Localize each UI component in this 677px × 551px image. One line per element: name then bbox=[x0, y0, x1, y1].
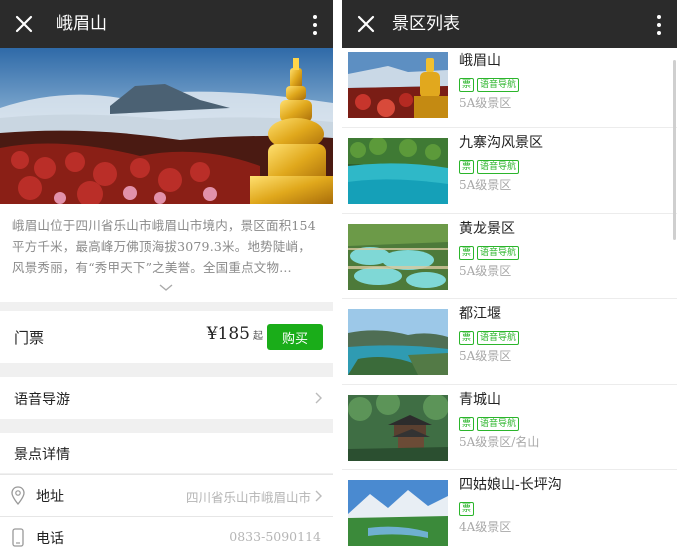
item-tags: 票语音导航 bbox=[459, 72, 522, 92]
item-level: 5A级景区 bbox=[459, 178, 512, 192]
audio-nav-tag: 语音导航 bbox=[477, 78, 520, 92]
price-value: ¥185 bbox=[206, 324, 250, 344]
scrollbar[interactable] bbox=[673, 60, 676, 240]
item-tags: 票 bbox=[459, 496, 477, 516]
thumbnail-image bbox=[348, 309, 448, 375]
ticket-price: ¥185 起 bbox=[207, 324, 263, 344]
list-item[interactable]: 九寨沟风景区 票语音导航 5A级景区 bbox=[342, 128, 677, 214]
ticket-row: 门票 ¥185 起 购买 bbox=[0, 311, 333, 363]
audio-nav-tag: 语音导航 bbox=[477, 331, 520, 345]
chevron-right-icon bbox=[315, 490, 322, 502]
thumbnail-image bbox=[348, 394, 448, 461]
ticket-tag: 票 bbox=[459, 416, 475, 431]
details-heading: 景点详情 bbox=[14, 447, 70, 463]
buy-button[interactable]: 购买 bbox=[267, 324, 323, 350]
item-name: 峨眉山 bbox=[459, 53, 501, 69]
item-name: 黄龙景区 bbox=[459, 220, 515, 237]
page-title: 峨眉山 bbox=[56, 14, 107, 34]
thumbnail-image bbox=[348, 52, 448, 118]
list-item[interactable]: 黄龙景区 票语音导航 5A级景区 bbox=[342, 213, 677, 299]
item-level: 5A级景区 bbox=[459, 263, 512, 278]
item-level: 5A级景区/名山 bbox=[459, 434, 540, 449]
audio-nav-tag: 语音导航 bbox=[477, 160, 520, 174]
ticket-tag: 票 bbox=[459, 331, 475, 345]
list-item[interactable]: 都江堰 票语音导航 5A级景区 bbox=[342, 299, 677, 385]
scenic-list-panel: 景区列表 峨眉山 票语音导航 5A级景区 九寨沟风景区 票 语音导航 5A级景区… bbox=[342, 0, 677, 551]
item-tags: 票语音导航 bbox=[459, 411, 522, 431]
address-value: 四川省乐山市峨眉山市 bbox=[185, 490, 311, 505]
chevron-right-icon bbox=[315, 392, 322, 404]
thumbnail-image bbox=[348, 223, 448, 290]
phone-icon bbox=[12, 528, 24, 547]
description-text: 峨眉山位于四川省乐山市峨眉山市境内，景区面积154平方千米，最高峰万佛顶海拔30… bbox=[12, 218, 316, 275]
panel-divider bbox=[333, 0, 342, 551]
item-tags: 票语音导航 bbox=[459, 154, 522, 174]
item-tags: 票语音导航 bbox=[459, 325, 522, 345]
item-tags: 票语音导航 bbox=[459, 240, 522, 260]
item-level: 5A级景区 bbox=[459, 96, 512, 110]
description-section: 峨眉山位于四川省乐山市峨眉山市境内，景区面积154平方千米，最高峰万佛顶海拔30… bbox=[0, 204, 333, 302]
location-pin-icon bbox=[11, 486, 25, 505]
scenic-list: 峨眉山 票语音导航 5A级景区 九寨沟风景区 票语音导航 5A级景区 黄龙景区 … bbox=[342, 48, 677, 551]
ticket-tag: 票 bbox=[459, 78, 475, 92]
address-row[interactable]: 地址 四川省乐山市峨眉山市 bbox=[0, 474, 333, 516]
phone-row[interactable]: 电话 0833-5090114 bbox=[0, 516, 333, 551]
item-name: 九寨沟风景区 bbox=[459, 135, 543, 151]
expand-chevron-icon[interactable] bbox=[159, 284, 173, 292]
details-heading-row: 景点详情 bbox=[0, 433, 333, 473]
ticket-tag: 票 bbox=[459, 245, 475, 260]
ticket-tag: 票 bbox=[459, 160, 475, 174]
top-bar: 景区列表 bbox=[342, 0, 677, 48]
phone-value: 0833-5090114 bbox=[229, 529, 321, 544]
scenic-detail-panel: 峨眉山 峨眉山位于四川省乐山市峨眉山市境内，景区面积154平方千米，最高峰万佛顶… bbox=[0, 0, 333, 551]
price-unit: 起 bbox=[253, 331, 263, 342]
item-name: 都江堰 bbox=[459, 306, 501, 322]
close-icon[interactable] bbox=[354, 12, 378, 36]
audio-nav-tag: 语音导航 bbox=[477, 245, 520, 260]
audio-nav-tag: 语音导航 bbox=[477, 416, 520, 431]
thumbnail-image bbox=[348, 480, 448, 546]
list-item[interactable]: 青城山 票语音导航 5A级景区/名山 bbox=[342, 384, 677, 470]
top-bar: 峨眉山 bbox=[0, 0, 333, 48]
item-name: 青城山 bbox=[459, 391, 501, 408]
thumbnail-image bbox=[348, 138, 448, 204]
audio-guide-row[interactable]: 语音导游 bbox=[0, 377, 333, 419]
list-item[interactable]: 峨眉山 票语音导航 5A级景区 bbox=[342, 48, 677, 128]
address-label: 地址 bbox=[36, 489, 64, 505]
item-level: 4A级景区 bbox=[459, 520, 512, 534]
ticket-tag: 票 bbox=[459, 502, 475, 516]
more-options-icon[interactable] bbox=[311, 13, 319, 35]
item-level: 5A级景区 bbox=[459, 349, 512, 363]
hero-image bbox=[0, 48, 333, 204]
audio-guide-label: 语音导游 bbox=[14, 392, 70, 408]
close-icon[interactable] bbox=[12, 12, 36, 36]
more-options-icon[interactable] bbox=[655, 13, 663, 35]
page-title: 景区列表 bbox=[392, 14, 460, 34]
list-item[interactable]: 四姑娘山-长坪沟 票 4A级景区 bbox=[342, 470, 677, 551]
ticket-label: 门票 bbox=[14, 329, 45, 347]
phone-label: 电话 bbox=[36, 531, 64, 547]
item-name: 四姑娘山-长坪沟 bbox=[459, 477, 562, 493]
